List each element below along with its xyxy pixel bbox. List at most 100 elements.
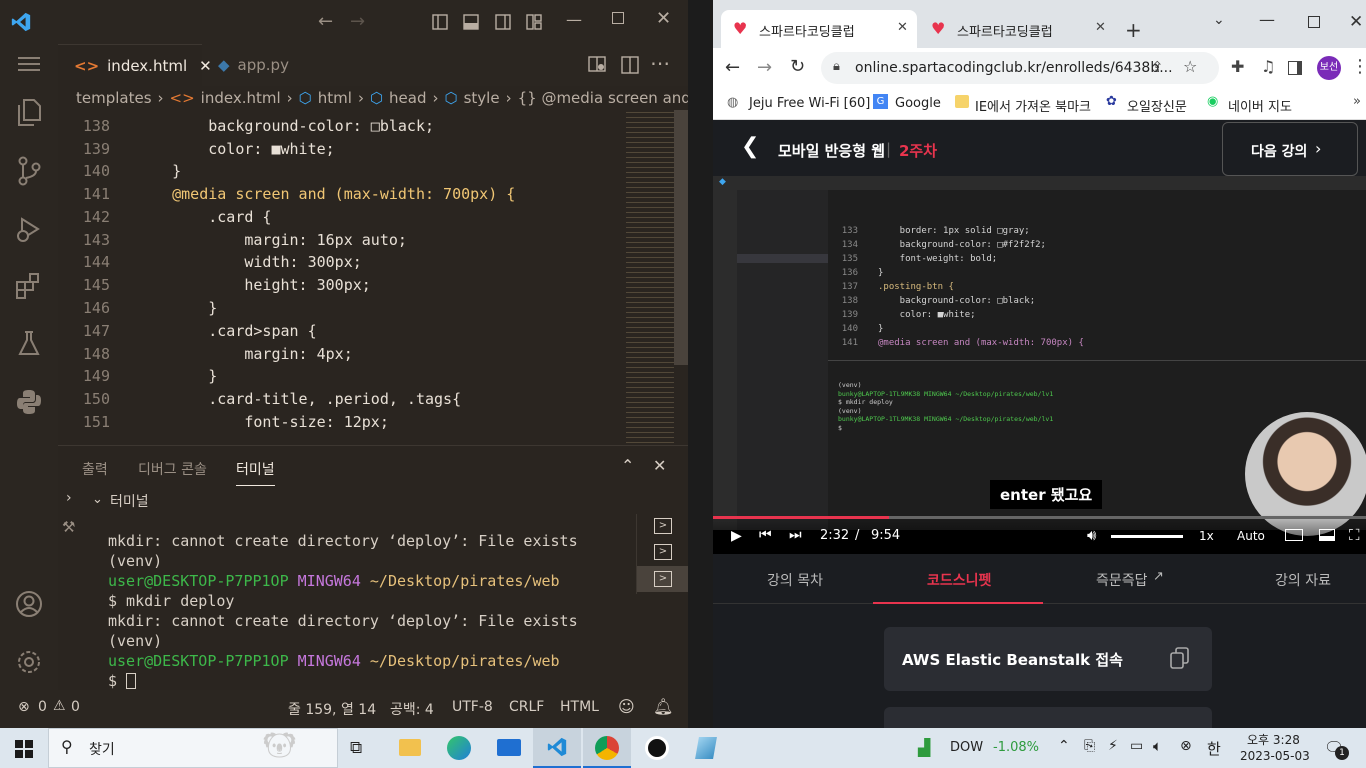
profile-avatar[interactable]: 보선 (1317, 56, 1341, 80)
close-panel-icon[interactable]: ✕ (653, 456, 666, 475)
network-icon[interactable]: ⚡︎ (1108, 738, 1118, 754)
panel-tab-output[interactable]: 출력 (82, 459, 108, 479)
skip-forward-icon[interactable]: ⏭︎ (789, 527, 802, 543)
breadcrumb-item[interactable]: style (464, 89, 500, 107)
fullscreen-icon[interactable]: ⛶ (1349, 526, 1360, 544)
reload-icon[interactable]: ↻ (790, 56, 805, 77)
browser-menu-icon[interactable]: ⋮ (1351, 56, 1366, 77)
panel-tab-terminal[interactable]: 터미널 (236, 459, 275, 486)
close-tab-icon[interactable]: ✕ (897, 20, 908, 35)
terminal-prompt[interactable]: $ (108, 672, 137, 690)
browser-tab[interactable]: ♥ 스파르타코딩클럽 ✕ (919, 10, 1115, 48)
source-control-icon[interactable] (16, 156, 42, 186)
breadcrumb-item[interactable]: head (389, 89, 426, 107)
python-icon[interactable] (15, 388, 43, 416)
bookmark-item[interactable]: 네이버 지도 (1228, 96, 1292, 115)
taskbar-chrome[interactable] (583, 728, 631, 768)
toggle-sidebar-icon[interactable] (432, 14, 448, 30)
bookmark-star-icon[interactable]: ☆ (1183, 57, 1197, 76)
customize-layout-icon[interactable] (526, 14, 542, 30)
close-tab-icon[interactable]: ✕ (1095, 20, 1106, 35)
close-window-icon[interactable]: ✕ (1349, 12, 1363, 32)
extensions-icon[interactable] (15, 272, 43, 300)
tab-lecture-materials[interactable]: 강의 자료 (1275, 570, 1331, 590)
menu-icon[interactable] (18, 56, 40, 72)
toggle-panel-icon[interactable] (463, 14, 479, 30)
clock-date[interactable]: 2023-05-03 (1240, 749, 1310, 763)
breadcrumb-item[interactable]: index.html (201, 89, 281, 107)
copy-icon[interactable] (1170, 647, 1190, 669)
tab-course-contents[interactable]: 강의 목차 (767, 570, 823, 590)
tab-code-snippets[interactable]: 코드스니펫 (873, 554, 1043, 604)
breadcrumb-item[interactable]: html (318, 89, 352, 107)
forward-arrow-icon[interactable]: → (757, 57, 772, 78)
chevron-right-icon[interactable]: › (66, 490, 72, 506)
notifications-bell-icon[interactable]: 🔔︎ (653, 697, 673, 716)
bookmark-item[interactable]: IE에서 가져온 북마크 (975, 96, 1091, 115)
tab-instant-qa[interactable]: 즉문즉답 (1096, 570, 1148, 590)
end-of-line[interactable]: CRLF (509, 699, 544, 715)
panel-tab-debug-console[interactable]: 디버그 콘솔 (138, 459, 207, 479)
code-editor[interactable]: 138 background-color: □black; 139 color:… (58, 110, 688, 445)
picture-in-picture-icon[interactable] (1319, 529, 1335, 541)
speaker-icon[interactable]: 🔈︎ (1153, 737, 1162, 755)
side-panel-icon[interactable] (1288, 61, 1302, 75)
split-editor-icon[interactable] (621, 56, 639, 74)
run-debug-icon[interactable] (14, 214, 44, 244)
forward-arrow-icon[interactable]: → (350, 11, 365, 32)
zoom-app-icon[interactable] (645, 736, 669, 760)
tray-overflow-icon[interactable]: ⌃ (1058, 738, 1070, 754)
browser-tab-active[interactable]: ♥ 스파르타코딩클럽 ✕ (721, 10, 917, 48)
maximize-icon[interactable] (612, 12, 624, 24)
encoding[interactable]: UTF-8 (452, 699, 493, 715)
new-tab-icon[interactable]: + (1125, 18, 1142, 42)
error-icon[interactable]: ⊗ (18, 699, 30, 715)
share-icon[interactable]: ⇪ (1151, 58, 1164, 76)
extensions-icon[interactable]: ✚ (1231, 57, 1244, 76)
maximize-panel-icon[interactable]: ⌃ (621, 456, 634, 475)
tab-search-icon[interactable]: ⌄ (1213, 12, 1225, 28)
close-window-icon[interactable]: ✕ (656, 8, 671, 29)
lock-icon[interactable]: 🔒︎ (833, 59, 840, 74)
next-lecture-button[interactable]: 다음 강의 › (1222, 122, 1358, 176)
indentation[interactable]: 공백: 4 (390, 699, 434, 719)
ime-indicator[interactable]: 한 (1207, 738, 1221, 759)
bookmark-item[interactable]: 오일장신문 (1127, 96, 1187, 115)
address-bar[interactable]: 🔒︎ online.spartacodingclub.kr/enrolleds/… (821, 52, 1219, 84)
notepad-app-icon[interactable] (695, 737, 717, 759)
task-view-icon[interactable]: ⧉ (350, 738, 362, 758)
play-icon[interactable]: ▶ (731, 528, 742, 544)
testing-icon[interactable] (17, 330, 41, 358)
breadcrumb-item[interactable]: {} @media screen and (ma (518, 89, 688, 107)
edge-icon[interactable] (447, 736, 471, 760)
breadcrumb-item[interactable]: templates (76, 89, 152, 107)
status-x-icon[interactable]: ⊗ (1180, 738, 1192, 754)
maximize-icon[interactable] (1308, 16, 1320, 28)
battery-icon[interactable]: ▭ (1130, 738, 1143, 754)
skip-back-icon[interactable]: ⏮︎ (759, 527, 772, 543)
media-control-icon[interactable]: ♫ (1261, 57, 1275, 76)
volume-slider[interactable] (1111, 535, 1183, 538)
terminal-tools-icon[interactable]: ⚒ (62, 518, 75, 536)
back-arrow-icon[interactable]: ← (318, 11, 333, 32)
feedback-icon[interactable]: ☺ (618, 697, 635, 716)
meet-now-icon[interactable]: ⎘ (1084, 738, 1095, 754)
playback-speed[interactable]: 1x (1199, 529, 1214, 543)
back-arrow-icon[interactable]: ← (725, 57, 740, 78)
more-bookmarks-icon[interactable]: » (1353, 94, 1361, 109)
snippet-card[interactable] (884, 707, 1212, 728)
video-progress-track[interactable] (713, 516, 1366, 519)
explorer-icon[interactable] (16, 98, 42, 126)
terminal-bash-icon[interactable]: > (654, 544, 672, 560)
back-chevron-icon[interactable]: ❮ (741, 134, 759, 159)
tab-index-html[interactable]: <> index.html ✕ (58, 44, 212, 86)
tab-app-py[interactable]: ◆ app.py (202, 44, 346, 86)
minimize-icon[interactable]: — (1259, 10, 1275, 29)
bookmark-item[interactable]: Google (895, 96, 941, 111)
more-actions-icon[interactable]: ⋯ (650, 51, 670, 75)
terminal-list-item-active[interactable]: > (637, 566, 689, 592)
bookmark-item[interactable]: Jeju Free Wi-Fi [60] (749, 96, 870, 111)
language-mode[interactable]: HTML (560, 699, 599, 715)
toggle-secondary-sidebar-icon[interactable] (495, 14, 511, 30)
terminal-bash-icon[interactable]: > (654, 518, 672, 534)
